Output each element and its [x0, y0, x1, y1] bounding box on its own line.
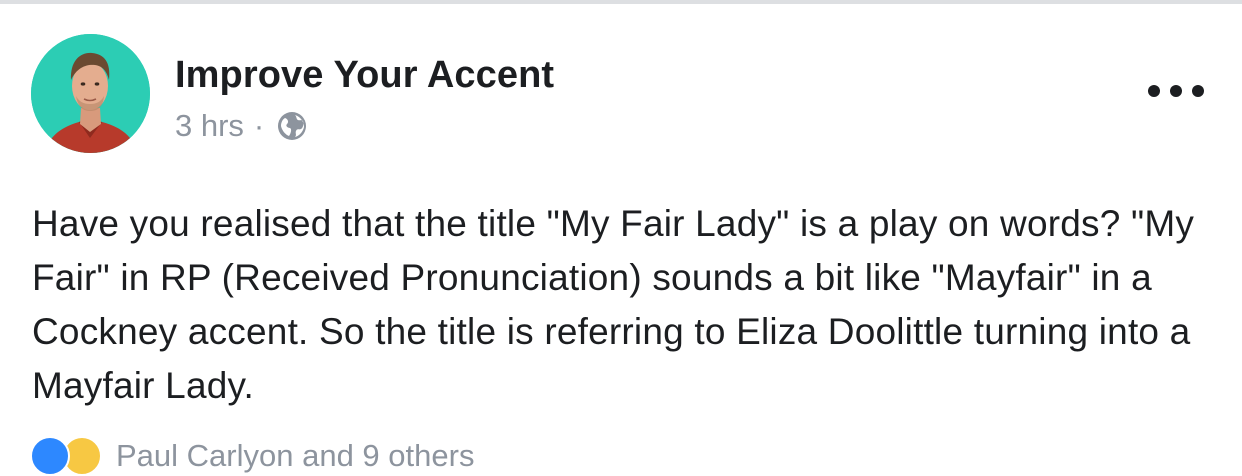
page-name[interactable]: Improve Your Accent [175, 54, 554, 97]
more-dot [1148, 85, 1160, 97]
more-dot [1192, 85, 1204, 97]
more-options-icon[interactable] [1148, 76, 1204, 106]
like-icon [30, 436, 70, 476]
feed-post: Improve Your Accent 3 hrs · Have you rea… [0, 4, 1242, 476]
more-dot [1170, 85, 1182, 97]
meta-separator: · [253, 108, 265, 143]
reactors-text[interactable]: Paul Carlyon and 9 others [116, 436, 474, 476]
post-timestamp[interactable]: 3 hrs [175, 108, 244, 144]
globe-icon [276, 110, 308, 142]
reactions-summary[interactable]: Paul Carlyon and 9 others [30, 436, 474, 476]
avatar[interactable] [31, 34, 150, 153]
post-meta: 3 hrs · [175, 108, 308, 144]
post-body-text: Have you realised that the title "My Fai… [32, 203, 1195, 406]
avatar-photo [31, 34, 150, 153]
